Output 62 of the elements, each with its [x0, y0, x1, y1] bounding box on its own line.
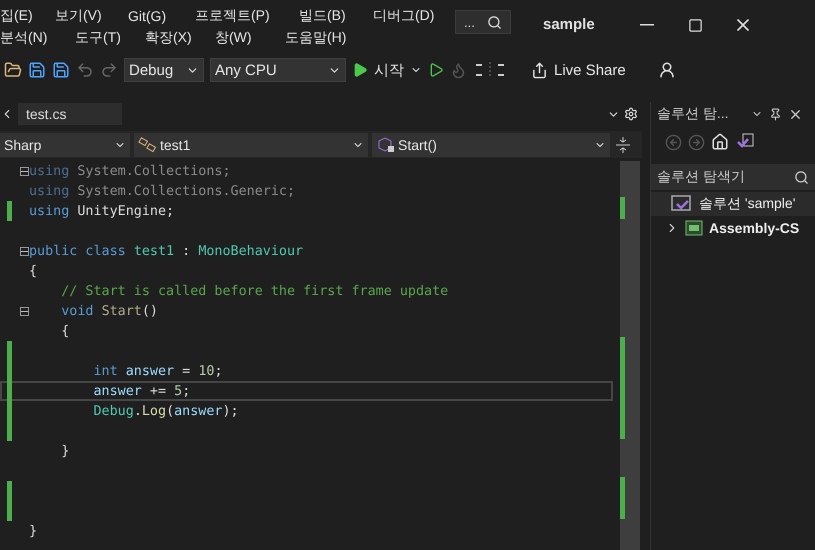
collapse-icon[interactable] [20, 246, 29, 256]
menu-item[interactable]: 프로젝트(P) [195, 7, 299, 25]
settings-icon[interactable] [624, 107, 638, 121]
save-all-icon[interactable] [52, 61, 70, 79]
search-icon [487, 14, 502, 30]
share-icon [531, 62, 548, 78]
live-share-button[interactable]: Live Share [525, 60, 632, 80]
code-line: using UnityEngine; [29, 204, 174, 218]
code-line: // Start is called before the first frame update [60, 284, 448, 298]
code-line: } [29, 524, 38, 538]
code-line: void Start() [60, 304, 158, 318]
tree-item[interactable]: Assembly-CS [651, 216, 815, 240]
minimize-icon [640, 24, 654, 26]
menu-item[interactable]: 집(E) [0, 7, 55, 25]
undo-icon[interactable] [76, 61, 94, 79]
method-icon [376, 136, 396, 152]
tree-item[interactable]: 솔루션 'sample' [651, 192, 815, 216]
pin-icon[interactable] [769, 108, 782, 120]
window-title: sample [543, 16, 596, 35]
code-line: Debug.Log(answer); [92, 404, 239, 418]
solution-icon [671, 195, 693, 213]
panel-title: 솔루션 탐... [657, 105, 730, 123]
configuration-dropdown[interactable]: Debug [124, 58, 204, 82]
menu-item[interactable]: 확장(X) [145, 29, 215, 47]
play-icon[interactable] [428, 62, 444, 78]
search-icon [794, 170, 809, 184]
save-icon[interactable] [28, 61, 46, 79]
folder-icon[interactable] [4, 61, 22, 79]
play-icon [352, 62, 368, 78]
class-icon [138, 136, 158, 152]
code-line: answer += 5; [92, 384, 190, 398]
menu-item[interactable]: 빌드(B) [299, 7, 373, 25]
menu-item[interactable]: 도구(T) [75, 29, 145, 47]
platform-dropdown[interactable]: Any CPU [210, 58, 346, 82]
maximize-icon [688, 18, 702, 32]
code-line: { [29, 264, 38, 278]
project-dropdown[interactable]: Sharp [0, 132, 130, 156]
code-line: using System.Collections; [29, 164, 231, 178]
csharp-project-icon [685, 220, 703, 236]
collapse-icon[interactable] [20, 306, 29, 316]
menu-item[interactable]: 창(W) [215, 29, 285, 47]
code-line: public class test1 : MonoBehaviour [29, 244, 304, 258]
menu-item[interactable]: Git(G) [128, 8, 195, 24]
menu-item[interactable]: 도움말(H) [285, 29, 365, 47]
code-line: int answer = 10; [92, 364, 222, 378]
menu-item[interactable]: 보기(V) [55, 7, 128, 25]
code-line: { [60, 324, 70, 338]
redo-icon[interactable] [100, 61, 118, 79]
menu-item[interactable]: 분석(N) [0, 29, 75, 47]
home-icon[interactable] [711, 133, 729, 151]
code-line: using System.Collections.Generic; [29, 184, 296, 198]
feedback-icon[interactable] [658, 61, 676, 79]
menu-item[interactable]: 디버그(D) [373, 7, 453, 25]
class-dropdown[interactable]: test1 [134, 132, 368, 156]
split-icon[interactable] [614, 136, 632, 154]
code-line: } [60, 444, 70, 458]
start-button[interactable]: 시작 [352, 60, 422, 80]
search-field[interactable]: 솔루션 탐색기 [651, 164, 815, 190]
collapse-icon[interactable] [20, 166, 29, 176]
member-dropdown[interactable]: Start() [372, 132, 610, 156]
search-button[interactable]: ... [455, 10, 511, 34]
file-tab[interactable]: test.cs [18, 103, 122, 125]
